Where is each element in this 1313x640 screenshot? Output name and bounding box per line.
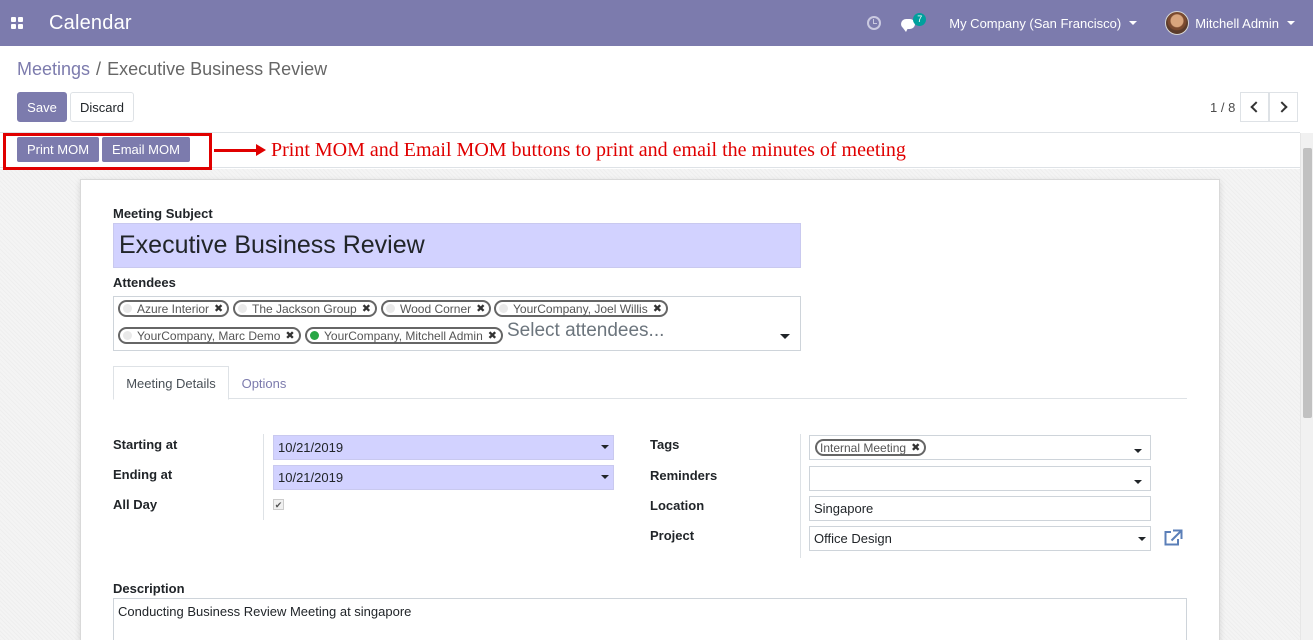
company-switcher[interactable]: My Company (San Francisco) xyxy=(949,15,1138,31)
discard-button[interactable]: Discard xyxy=(70,92,134,122)
external-link-icon[interactable] xyxy=(1163,529,1183,547)
breadcrumb: Meetings / Executive Business Review xyxy=(17,59,327,80)
annotation-arrow xyxy=(214,144,266,156)
close-icon[interactable]: ✖ xyxy=(911,441,920,454)
scrollbar-thumb[interactable] xyxy=(1303,148,1312,418)
annotation-text: Print MOM and Email MOM buttons to print… xyxy=(271,139,906,161)
avatar xyxy=(1165,11,1190,35)
breadcrumb-meetings-link[interactable]: Meetings xyxy=(17,59,90,79)
save-button[interactable]: Save xyxy=(17,92,67,122)
chevron-right-icon xyxy=(1276,101,1288,113)
page-scrollbar[interactable] xyxy=(1300,133,1313,640)
starting-at-input[interactable]: 10/21/2019 xyxy=(273,435,614,460)
reminders-field[interactable] xyxy=(809,466,1151,491)
field-separator xyxy=(800,434,801,558)
caret-down-icon[interactable] xyxy=(780,334,790,339)
notebook-tabs: Meeting Details Options xyxy=(113,366,1187,400)
all-day-label: All Day xyxy=(113,497,158,512)
caret-down-icon[interactable] xyxy=(601,445,609,449)
reminders-label: Reminders xyxy=(650,468,718,483)
field-separator xyxy=(263,434,264,520)
app-title: Calendar xyxy=(49,11,132,34)
apps-icon[interactable] xyxy=(0,0,34,46)
meeting-subject-label: Meeting Subject xyxy=(113,206,213,221)
project-input[interactable]: Office Design xyxy=(809,526,1151,551)
attendee-name: YourCompany, Marc Demo xyxy=(137,328,281,343)
chevron-left-icon xyxy=(1250,101,1262,113)
user-menu[interactable]: Mitchell Admin xyxy=(1165,11,1295,35)
close-icon[interactable]: ✖ xyxy=(476,302,485,315)
attendee-tag: YourCompany, Mitchell Admin ✖ xyxy=(305,327,503,344)
message-count-badge: 7 xyxy=(913,13,927,26)
starting-at-label: Starting at xyxy=(113,437,178,452)
attendee-tag: YourCompany, Joel Willis ✖ xyxy=(494,300,668,317)
caret-down-icon[interactable] xyxy=(1134,449,1142,453)
attendees-placeholder[interactable]: Select attendees... xyxy=(507,320,664,342)
tag-chip: Internal Meeting ✖ xyxy=(815,439,927,456)
attendees-label: Attendees xyxy=(113,275,176,290)
attendee-name: YourCompany, Joel Willis xyxy=(513,301,648,316)
attendee-name: Wood Corner xyxy=(400,301,472,316)
caret-down-icon xyxy=(1287,21,1295,25)
tab-meeting-details[interactable]: Meeting Details xyxy=(113,366,229,400)
attendee-status-dot xyxy=(123,304,132,313)
attendee-tag: YourCompany, Marc Demo ✖ xyxy=(118,327,301,344)
project-label: Project xyxy=(650,528,695,543)
location-input[interactable]: Singapore xyxy=(809,496,1151,521)
annotation-highlight-box xyxy=(3,133,212,170)
tab-options[interactable]: Options xyxy=(229,366,299,400)
close-icon[interactable]: ✖ xyxy=(362,302,371,315)
company-name: My Company (San Francisco) xyxy=(949,15,1122,31)
location-label: Location xyxy=(650,498,705,513)
caret-down-icon[interactable] xyxy=(1138,537,1146,541)
attendee-name: Azure Interior xyxy=(137,301,210,316)
attendee-status-dot xyxy=(386,304,395,313)
user-name: Mitchell Admin xyxy=(1195,15,1279,31)
tags-label: Tags xyxy=(650,437,680,452)
close-icon[interactable]: ✖ xyxy=(214,302,223,315)
attendee-status-dot xyxy=(499,304,508,313)
breadcrumb-current: Executive Business Review xyxy=(107,59,328,79)
caret-down-icon xyxy=(1129,21,1138,25)
messages-menu[interactable]: 7 xyxy=(901,13,927,33)
tag-name: Internal Meeting xyxy=(820,440,907,455)
attendee-name: YourCompany, Mitchell Admin xyxy=(324,328,483,343)
attendee-status-dot xyxy=(310,331,319,340)
pager-value: 1 / 8 xyxy=(1210,100,1236,115)
all-day-checkbox[interactable]: ✔ xyxy=(273,499,284,510)
pager-previous-button[interactable] xyxy=(1240,92,1269,122)
description-textarea[interactable]: Conducting Business Review Meeting at si… xyxy=(113,598,1187,640)
close-icon[interactable]: ✖ xyxy=(653,302,662,315)
caret-down-icon[interactable] xyxy=(1134,480,1142,484)
attendee-tag: Wood Corner ✖ xyxy=(381,300,492,317)
caret-down-icon[interactable] xyxy=(601,475,609,479)
ending-at-label: Ending at xyxy=(113,467,173,482)
attendee-status-dot xyxy=(238,304,247,313)
close-icon[interactable]: ✖ xyxy=(285,329,294,342)
meeting-subject-input[interactable]: Executive Business Review xyxy=(113,223,801,268)
attendee-tag: The Jackson Group ✖ xyxy=(233,300,377,317)
breadcrumb-separator: / xyxy=(96,59,102,79)
close-icon[interactable]: ✖ xyxy=(488,329,497,342)
top-navbar: Calendar 7 My Company (San Francisco) Mi… xyxy=(0,0,1313,46)
attendee-tag: Azure Interior ✖ xyxy=(118,300,230,317)
pager-next-button[interactable] xyxy=(1269,92,1298,122)
attendee-name: The Jackson Group xyxy=(252,301,357,316)
attendee-status-dot xyxy=(123,331,132,340)
ending-at-input[interactable]: 10/21/2019 xyxy=(273,465,614,490)
clock-icon[interactable] xyxy=(867,16,882,30)
description-label: Description xyxy=(113,581,185,596)
